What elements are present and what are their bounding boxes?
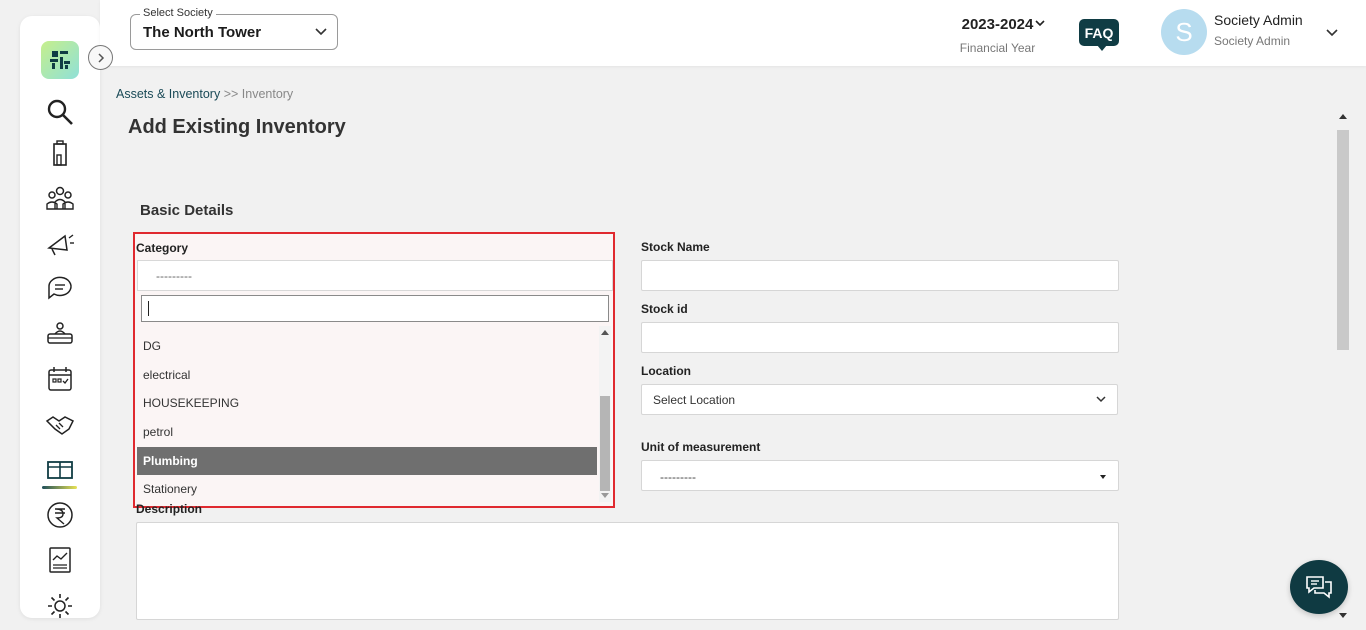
- chat-icon[interactable]: [42, 272, 78, 304]
- stock-id-label: Stock id: [641, 302, 688, 316]
- chevron-down-icon: [1035, 20, 1045, 27]
- chat-support-button[interactable]: [1290, 560, 1348, 614]
- category-search-input[interactable]: [141, 295, 609, 322]
- search-icon[interactable]: [42, 96, 78, 128]
- unit-select[interactable]: ---------: [641, 460, 1119, 491]
- user-role: Society Admin: [1214, 34, 1291, 48]
- app-logo[interactable]: [41, 41, 79, 79]
- category-option[interactable]: Stationery: [137, 475, 597, 504]
- scroll-down-arrow[interactable]: [1339, 613, 1347, 618]
- breadcrumb-current: Inventory: [241, 87, 294, 101]
- breadcrumb: Assets & Inventory >> Inventory: [116, 87, 293, 101]
- unit-label: Unit of measurement: [641, 440, 761, 454]
- text-caret: [148, 301, 149, 316]
- scrollbar-thumb[interactable]: [1337, 130, 1349, 350]
- page-scrollbar[interactable]: [1335, 110, 1351, 620]
- category-option-highlighted[interactable]: Plumbing: [137, 446, 597, 476]
- breadcrumb-separator: >>: [220, 87, 242, 101]
- options-scrollbar[interactable]: [599, 326, 611, 502]
- stock-id-field[interactable]: [641, 322, 1119, 353]
- top-header: Select Society The North Tower 2023-2024…: [100, 0, 1366, 66]
- location-label: Location: [641, 364, 691, 378]
- settings-icon[interactable]: [42, 590, 78, 618]
- faq-button[interactable]: FAQ: [1079, 19, 1119, 51]
- active-indicator: [42, 486, 77, 489]
- category-option[interactable]: electrical: [137, 361, 597, 390]
- avatar[interactable]: S: [1161, 9, 1207, 55]
- inventory-icon[interactable]: [42, 453, 78, 485]
- financial-year-select[interactable]: 2023-2024 Financial Year: [950, 16, 1045, 55]
- stock-name-field[interactable]: [641, 260, 1119, 291]
- category-options-list: DG electrical HOUSEKEEPING petrol Plumbi…: [137, 332, 597, 504]
- section-title: Basic Details: [140, 202, 234, 219]
- category-dropdown-highlight: Category --------- DG electrical HOUSEKE…: [133, 232, 615, 508]
- members-icon[interactable]: [42, 182, 78, 214]
- category-option[interactable]: DG: [137, 332, 597, 361]
- sidebar-toggle-button[interactable]: [88, 45, 113, 70]
- helpdesk-icon[interactable]: [42, 318, 78, 350]
- calendar-icon[interactable]: [42, 363, 78, 395]
- building-icon[interactable]: [42, 137, 78, 169]
- scroll-up-arrow[interactable]: [601, 330, 609, 335]
- user-menu-chevron-icon[interactable]: [1326, 26, 1338, 38]
- handshake-icon[interactable]: [42, 408, 78, 440]
- chevron-down-icon: [1096, 396, 1106, 403]
- description-textarea[interactable]: [136, 522, 1119, 620]
- chat-bubbles-icon: [1306, 576, 1332, 599]
- logo-icon: [50, 51, 70, 69]
- society-select-label: Select Society: [140, 7, 216, 19]
- financial-year-value: 2023-2024: [961, 16, 1034, 33]
- report-icon[interactable]: [42, 544, 78, 576]
- scroll-down-arrow[interactable]: [601, 493, 609, 498]
- breadcrumb-parent-link[interactable]: Assets & Inventory: [116, 87, 220, 101]
- description-label: Description: [136, 502, 203, 516]
- category-option[interactable]: HOUSEKEEPING: [137, 389, 597, 418]
- financial-year-label: Financial Year: [959, 41, 1036, 55]
- chevron-down-icon: [315, 28, 327, 36]
- society-select-value: The North Tower: [143, 24, 262, 41]
- sidebar: [20, 16, 100, 618]
- user-name: Society Admin: [1214, 12, 1303, 28]
- stock-name-label: Stock Name: [641, 240, 710, 254]
- category-option[interactable]: petrol: [137, 418, 597, 447]
- unit-select-value: ---------: [660, 470, 696, 484]
- scrollbar-thumb[interactable]: [600, 396, 610, 491]
- caret-down-icon: [1100, 475, 1106, 479]
- category-select-value: ---------: [156, 269, 192, 283]
- announcement-icon[interactable]: [42, 227, 78, 259]
- location-select[interactable]: Select Location: [641, 384, 1118, 415]
- location-select-value: Select Location: [653, 393, 736, 407]
- page-title: Add Existing Inventory: [128, 116, 346, 138]
- category-select[interactable]: ---------: [137, 260, 613, 291]
- society-select[interactable]: Select Society The North Tower: [130, 7, 338, 50]
- scroll-up-arrow[interactable]: [1339, 114, 1347, 119]
- chevron-right-icon: [97, 52, 104, 63]
- rupee-icon[interactable]: [42, 499, 78, 531]
- category-label: Category: [136, 241, 189, 255]
